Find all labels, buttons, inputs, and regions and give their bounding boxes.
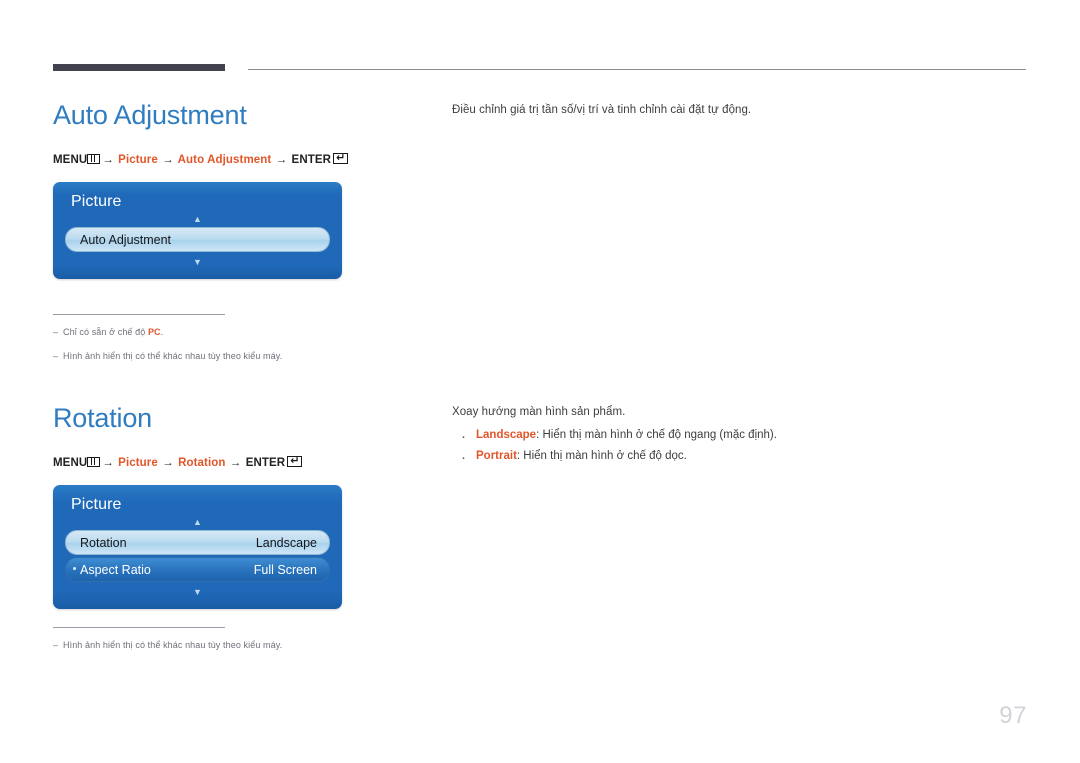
option-term-portrait: Portrait	[476, 449, 517, 462]
note-text: Chỉ có sẵn ở chế độ	[63, 327, 148, 337]
menu-path-auto-adjustment: MENU → Picture → Auto Adjustment → ENTER ↵	[53, 153, 423, 166]
page-title-rotation: Rotation	[53, 403, 152, 433]
enter-return-icon: ↵	[333, 153, 349, 164]
osd-title: Picture	[71, 193, 122, 210]
description-auto-adjustment: Điều chỉnh giá trị tần số/vị trí và tinh…	[452, 104, 752, 116]
page-number: 97	[999, 702, 1027, 729]
section-rotation-right: Xoay hướng màn hình sản phẩm. Landscape:…	[452, 403, 1027, 471]
note-text-tail: .	[160, 327, 164, 337]
arrow-icon: →	[229, 457, 242, 469]
manual-page: Auto Adjustment MENU → Picture → Auto Adj…	[0, 0, 1080, 763]
note-divider	[53, 627, 225, 628]
menu-button-label: MENU	[53, 457, 88, 469]
osd-row-bullet-icon	[73, 567, 76, 570]
note-item: – Chỉ có sẵn ở chế độ PC.	[53, 326, 353, 340]
note-dash: –	[53, 350, 59, 361]
description-rotation: Xoay hướng màn hình sản phẩm.	[452, 406, 626, 418]
arrow-icon: →	[102, 457, 114, 469]
breadcrumb-step-rotation: Rotation	[178, 457, 226, 469]
page-title-auto-adjustment: Auto Adjustment	[53, 100, 247, 130]
menu-bars-icon	[87, 154, 101, 164]
osd-scroll-up-icon[interactable]: ▲	[65, 516, 330, 528]
note-dash: –	[53, 640, 59, 650]
menu-button-label: MENU	[53, 154, 88, 166]
breadcrumb-step-picture: Picture	[118, 154, 158, 166]
osd-scroll-down-icon[interactable]: ▼	[65, 584, 330, 600]
option-desc: : Hiển thị màn hình ở chế độ dọc.	[516, 449, 687, 462]
osd-row-rotation[interactable]: Rotation Landscape	[65, 530, 330, 555]
note-dash: –	[53, 327, 59, 337]
osd-panel: Picture ▲ Auto Adjustment ▼	[53, 182, 342, 279]
arrow-icon: →	[162, 457, 174, 469]
osd-mock-auto-adjustment: Picture ▲ Auto Adjustment ▼	[53, 182, 423, 279]
breadcrumb-step-picture: Picture	[118, 457, 158, 469]
breadcrumb: MENU → Picture → Rotation → ENTER ↵	[53, 456, 423, 469]
option-desc: : Hiển thị màn hình ở chế độ ngang (mặc …	[536, 429, 777, 442]
notes-rotation: – Hình ảnh hiển thị có thể khác nhau tùy…	[53, 627, 423, 663]
arrow-icon: →	[102, 154, 114, 166]
osd-row-label: Aspect Ratio	[80, 562, 151, 577]
breadcrumb: MENU → Picture → Auto Adjustment → ENTER ↵	[53, 153, 423, 166]
enter-return-icon: ↵	[287, 456, 303, 467]
osd-scroll-up-icon[interactable]: ▲	[65, 213, 330, 225]
osd-panel: Picture ▲ Rotation Landscape Aspect Rati…	[53, 485, 342, 609]
enter-button-label: ENTER	[291, 154, 332, 166]
rotation-options-list: Landscape: Hiển thị màn hình ở chế độ ng…	[452, 424, 1027, 471]
note-item: – Hình ảnh hiển thị có thể khác nhau tùy…	[53, 639, 353, 653]
header-rule-thin	[248, 69, 1026, 70]
osd-row-label: Auto Adjustment	[80, 232, 172, 247]
menu-path-rotation: MENU → Picture → Rotation → ENTER ↵	[53, 456, 423, 469]
osd-row-value: Landscape	[255, 535, 317, 550]
menu-bars-icon	[87, 457, 101, 467]
osd-scroll-down-icon[interactable]: ▼	[65, 254, 330, 270]
option-term-landscape: Landscape	[476, 429, 537, 442]
notes-auto-adjustment: – Chỉ có sẵn ở chế độ PC. – Hình ảnh hiể…	[53, 314, 423, 373]
note-item: – Hình ảnh hiển thị có thể khác nhau tùy…	[53, 350, 353, 364]
list-item: Landscape: Hiển thị màn hình ở chế độ ng…	[452, 424, 1027, 450]
header-rule-thick	[53, 64, 225, 71]
breadcrumb-step-auto-adjustment: Auto Adjustment	[177, 154, 272, 166]
arrow-icon: →	[275, 154, 288, 166]
section-rotation-left: Rotation	[53, 403, 423, 434]
note-text: Hình ảnh hiển thị có thể khác nhau tùy t…	[63, 640, 283, 650]
note-text: Hình ảnh hiển thị có thể khác nhau tùy t…	[63, 350, 283, 361]
osd-row-auto-adjustment[interactable]: Auto Adjustment	[65, 227, 330, 252]
note-accent: PC	[147, 327, 161, 337]
enter-button-label: ENTER	[245, 457, 286, 469]
header-rules	[53, 64, 1026, 74]
osd-title: Picture	[71, 496, 122, 513]
arrow-icon: →	[162, 154, 174, 166]
section-auto-adjustment-right: Điều chỉnh giá trị tần số/vị trí và tinh…	[452, 101, 1027, 119]
osd-row-value: Full Screen	[253, 562, 317, 577]
note-divider	[53, 314, 225, 315]
list-item: Portrait: Hiển thị màn hình ở chế độ dọc…	[452, 445, 1027, 471]
section-auto-adjustment-left: Auto Adjustment	[53, 100, 423, 131]
osd-row-label: Rotation	[80, 535, 127, 550]
osd-mock-rotation: Picture ▲ Rotation Landscape Aspect Rati…	[53, 485, 423, 609]
osd-row-aspect-ratio[interactable]: Aspect Ratio Full Screen	[65, 557, 330, 582]
